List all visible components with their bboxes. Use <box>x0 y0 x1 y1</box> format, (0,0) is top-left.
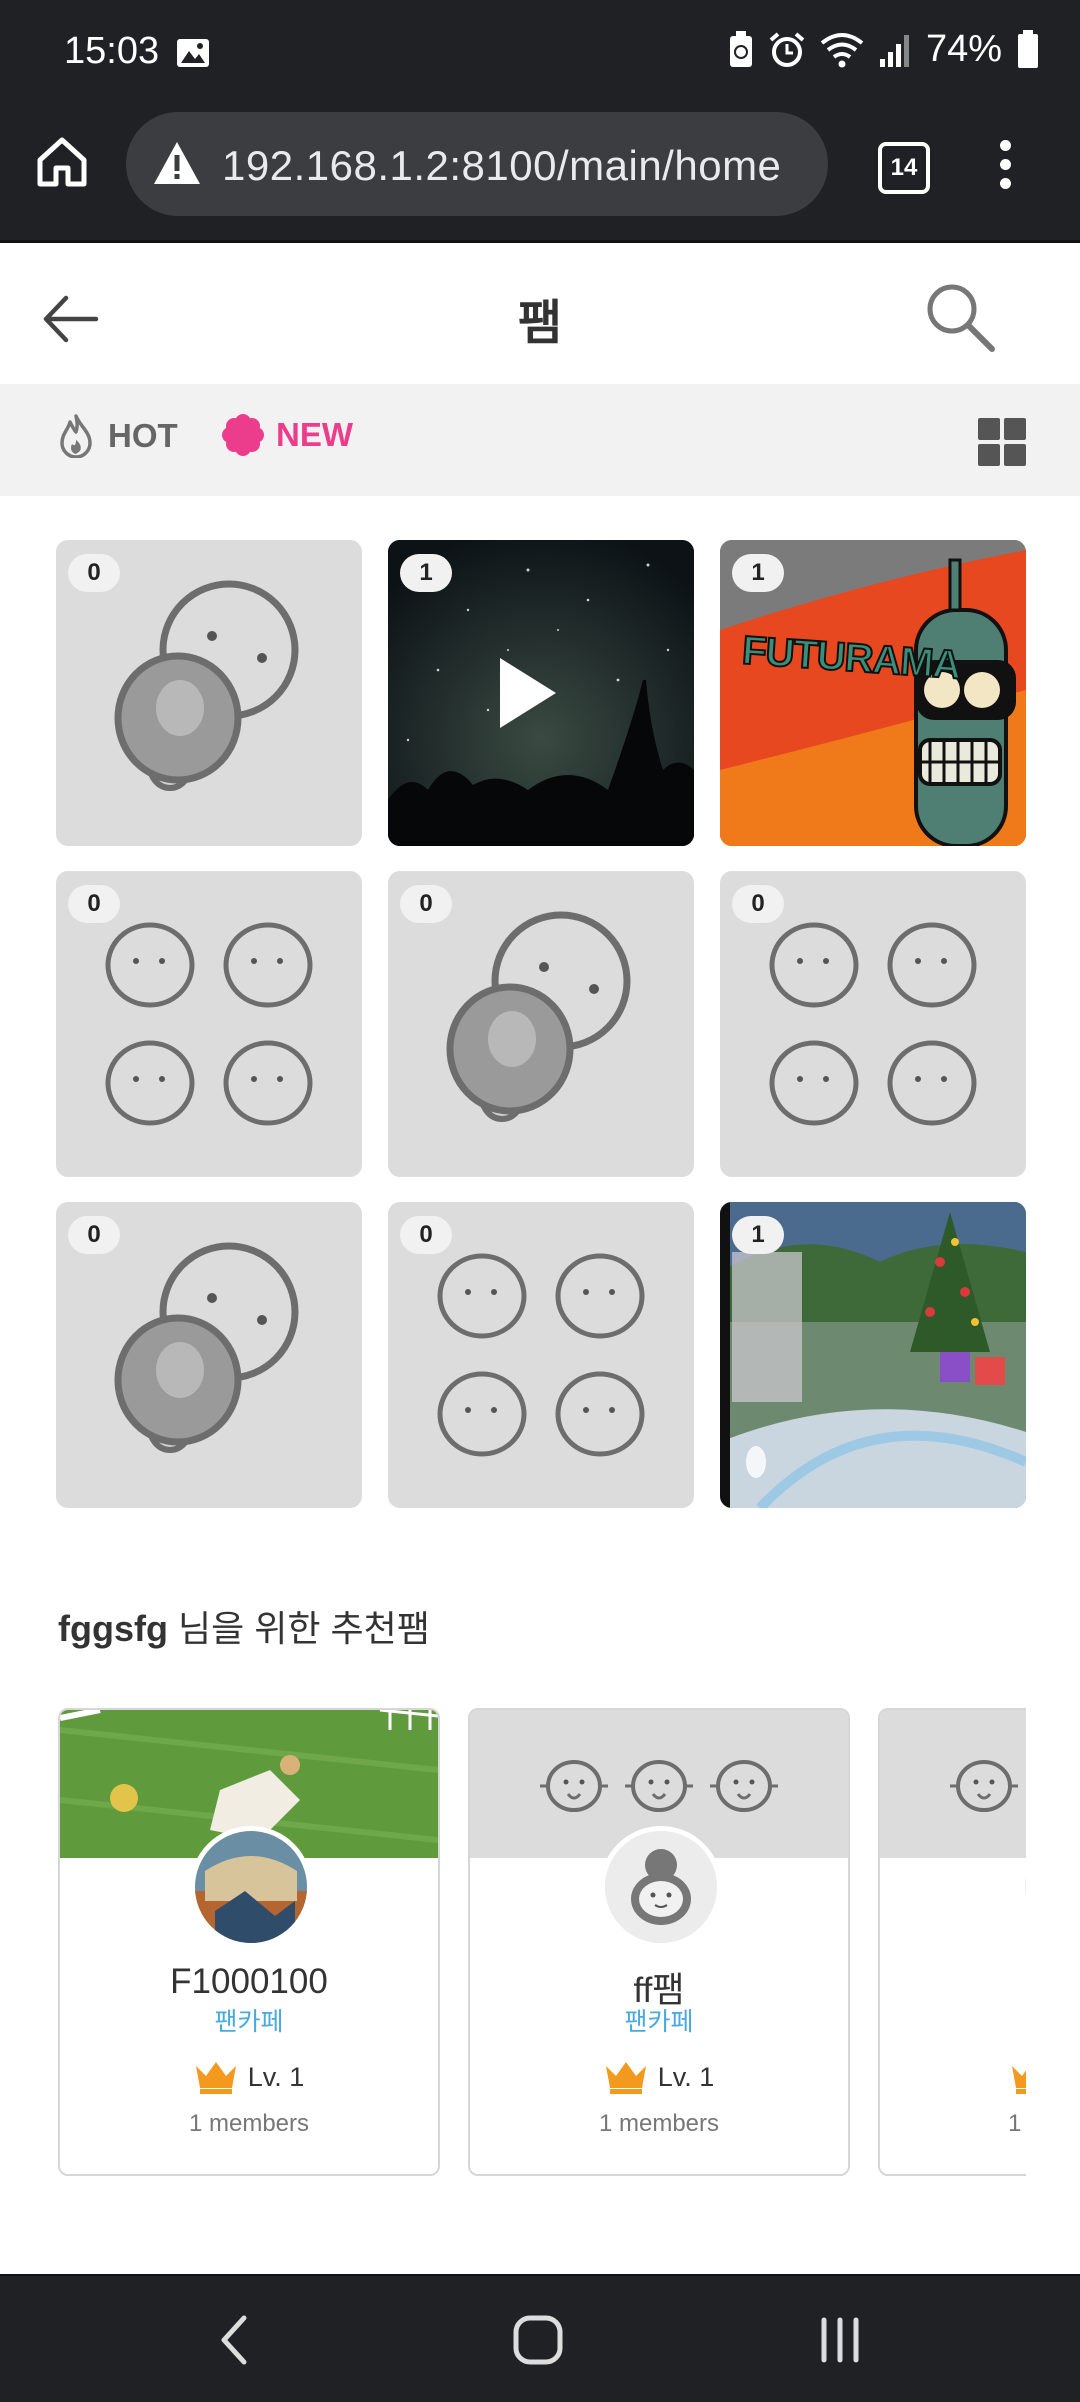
status-time: 15:03 <box>64 30 160 72</box>
post-count-badge: 1 <box>732 1216 784 1254</box>
fam-tile[interactable]: 0 <box>56 540 362 846</box>
app-header: 팸 <box>0 240 1080 387</box>
address-bar[interactable]: 192.168.1.2:8100/main/home <box>126 112 828 216</box>
tab-switcher-button[interactable]: 14 <box>878 142 930 194</box>
post-count-badge: 0 <box>68 554 120 592</box>
fam-tile[interactable]: 1 <box>720 1202 1026 1508</box>
post-count-badge: 0 <box>68 885 120 923</box>
fam-level: Lv. 1 <box>60 2060 438 2094</box>
flame-icon <box>60 414 92 458</box>
crown-icon <box>605 2062 646 2094</box>
wifi-icon <box>820 32 864 67</box>
fam-level: Lv. 1 <box>470 2060 848 2094</box>
fam-tile[interactable]: 0 <box>720 871 1026 1177</box>
status-bar: 15:03 74% <box>0 0 1080 108</box>
new-flower-icon <box>222 414 264 456</box>
recommended-fam-card[interactable]: ff팸 팬카페 Lv. 1 1 members <box>468 1708 850 2176</box>
recommended-fam-card[interactable]: 1 <box>878 1708 1026 2176</box>
filter-hot-label: HOT <box>108 417 178 454</box>
card-banner-placeholder <box>880 1710 1026 1858</box>
page-title: 팸 <box>517 297 563 350</box>
nav-recents-icon[interactable] <box>800 2310 880 2370</box>
search-icon[interactable] <box>920 277 1000 357</box>
gallery-notification-icon <box>176 38 210 73</box>
fam-tile[interactable]: 0 <box>388 1202 694 1508</box>
fam-tile[interactable]: 1 <box>388 540 694 846</box>
post-count-badge: 1 <box>400 554 452 592</box>
crown-icon <box>1012 2066 1026 2094</box>
filter-hot-tab[interactable]: HOT <box>58 414 178 458</box>
battery-percent: 74% <box>925 28 1002 70</box>
fam-type: 팬카페 <box>214 2008 284 2036</box>
filter-new-tab[interactable]: NEW <box>222 414 353 456</box>
post-count-badge: 0 <box>68 1216 120 1254</box>
recommended-carousel[interactable]: F1000100 팬카페 Lv. 1 1 members ff팸 팬카페 Lv.… <box>58 1708 1026 2178</box>
home-icon[interactable] <box>30 130 94 194</box>
fam-members: 1 members <box>598 2110 720 2137</box>
filter-new-label: NEW <box>276 416 353 453</box>
fam-members: 1 <box>1008 2110 1022 2137</box>
fam-members: 1 members <box>188 2110 310 2137</box>
post-count-badge: 0 <box>400 885 452 923</box>
browser-menu-button[interactable] <box>990 140 1020 196</box>
grid-view-icon[interactable] <box>978 418 1026 466</box>
recommended-username: fggsfg <box>58 1608 168 1649</box>
fam-grid: 0 1 FUTURAMA 1 0 0 0 0 0 1 <box>56 540 1026 1508</box>
recommended-heading-suffix: 님을 위한 추천팸 <box>167 1608 430 1649</box>
url-text[interactable]: 192.168.1.2:8100/main/home <box>222 142 781 190</box>
battery-icon <box>1018 29 1038 68</box>
fam-level <box>880 2060 1026 2094</box>
filter-bar: HOT NEW <box>0 384 1080 496</box>
fam-tile[interactable]: 0 <box>56 871 362 1177</box>
fam-tile[interactable]: 0 <box>56 1202 362 1508</box>
post-count-badge: 1 <box>732 554 784 592</box>
signal-icon <box>879 34 909 67</box>
battery-saver-icon <box>729 30 752 67</box>
nav-back-icon[interactable] <box>196 2310 276 2370</box>
fam-type: 팬카페 <box>624 2008 694 2036</box>
fam-tile[interactable]: FUTURAMA 1 <box>720 540 1026 846</box>
fam-tile[interactable]: 0 <box>388 871 694 1177</box>
browser-toolbar: 192.168.1.2:8100/main/home 14 <box>0 108 1080 240</box>
recommended-heading: fggsfg 님을 위한 추천팸 <box>58 1600 430 1652</box>
system-nav-bar <box>0 2274 1080 2402</box>
alarm-icon <box>769 31 805 67</box>
not-secure-warning-icon[interactable] <box>152 140 202 186</box>
fam-avatar <box>190 1826 312 1948</box>
crown-icon <box>195 2062 236 2094</box>
recommended-fam-card[interactable]: F1000100 팬카페 Lv. 1 1 members <box>58 1708 440 2176</box>
fam-avatar <box>600 1826 722 1948</box>
post-count-badge: 0 <box>400 1216 452 1254</box>
nav-home-icon[interactable] <box>498 2310 578 2370</box>
fam-name: F1000100 <box>170 1962 328 2001</box>
post-count-badge: 0 <box>732 885 784 923</box>
fam-level-label: Lv. 1 <box>247 2061 305 2092</box>
fam-level-label: Lv. 1 <box>657 2061 715 2092</box>
